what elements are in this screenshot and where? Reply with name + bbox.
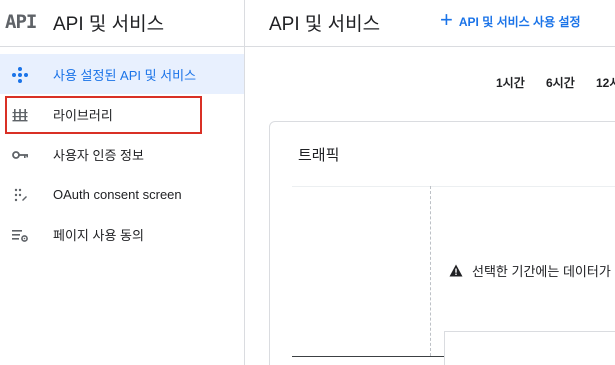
sidebar-item-oauth-consent[interactable]: OAuth consent screen — [0, 174, 244, 214]
sidebar-header: API API 및 서비스 — [0, 0, 244, 47]
oauth-dots-icon — [11, 186, 29, 202]
time-range-12h[interactable]: 12시간 — [596, 74, 615, 91]
sidebar-item-credentials[interactable]: 사용자 인증 정보 — [0, 134, 244, 174]
sidebar-item-label: 페이지 사용 동의 — [53, 227, 144, 243]
plus-icon: + — [440, 7, 453, 32]
diamond-dots-icon — [11, 66, 29, 83]
enable-apis-label: API 및 서비스 사용 설정 — [458, 14, 581, 29]
sidebar-item-label: 라이브러리 — [53, 107, 113, 123]
page-title: API 및 서비스 — [269, 14, 381, 35]
settings-list-icon — [11, 226, 29, 242]
sidebar-item-enabled-apis[interactable]: 사용 설정된 API 및 서비스 — [0, 54, 244, 94]
api-logo: API — [5, 11, 37, 33]
main-header: API 및 서비스 + API 및 서비스 사용 설정 — [245, 0, 615, 47]
sidebar-item-library[interactable]: 라이브러리 — [0, 94, 244, 134]
sidebar-item-label: 사용자 인증 정보 — [53, 147, 144, 163]
sidebar-item-page-consent[interactable]: 페이지 사용 동의 — [0, 214, 244, 254]
library-icon — [11, 106, 29, 122]
sidebar-item-label: 사용 설정된 API 및 서비스 — [53, 67, 197, 83]
main-content: API 및 서비스 + API 및 서비스 사용 설정 1시간 6시간 12시간… — [245, 0, 615, 365]
enable-apis-button[interactable]: + API 및 서비스 사용 설정 — [440, 7, 581, 32]
chart-top-gridline — [292, 186, 615, 187]
traffic-chart: 선택한 기간에는 데이터가 — [292, 186, 615, 365]
warning-icon — [449, 264, 463, 277]
sidebar-item-label: OAuth consent screen — [53, 186, 182, 202]
traffic-card-title: 트래픽 — [298, 147, 340, 164]
chart-dashed-marker — [430, 186, 431, 356]
key-icon — [11, 146, 29, 162]
no-data-text: 선택한 기간에는 데이터가 — [472, 264, 611, 279]
time-range-1h[interactable]: 1시간 — [496, 74, 525, 91]
sidebar: API API 및 서비스 사용 설정된 API 및 서비스 라이브러리 사용자… — [0, 0, 245, 365]
sidebar-title: API 및 서비스 — [53, 14, 165, 35]
no-data-message: 선택한 기간에는 데이터가 — [449, 261, 611, 280]
time-range-6h[interactable]: 6시간 — [546, 74, 575, 91]
app-window: API API 및 서비스 사용 설정된 API 및 서비스 라이브러리 사용자… — [0, 0, 615, 365]
chart-inner-panel — [444, 331, 615, 365]
traffic-card: 트래픽 선택한 기간에는 데이터가 — [269, 121, 615, 365]
